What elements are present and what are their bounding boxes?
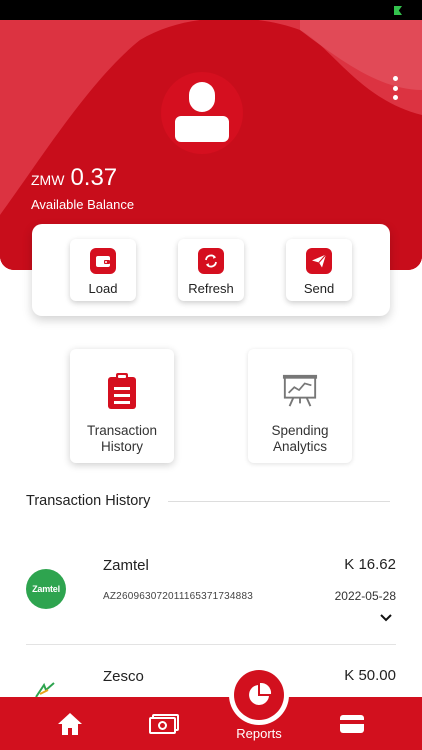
transaction-row[interactable]: Zesco K 50.00 [0, 650, 422, 697]
available-balance-label: Available Balance [31, 197, 135, 212]
refresh-icon [198, 248, 224, 274]
transaction-date: 2022-05-28 [334, 589, 396, 603]
card-icon [340, 714, 364, 733]
transaction-amount: K 16.62 [344, 556, 396, 573]
transaction-history-heading: Transaction History [26, 493, 151, 509]
more-options-icon[interactable] [388, 76, 402, 100]
transaction-history-tile[interactable]: Transaction History [70, 349, 174, 463]
transaction-name: Zesco [103, 668, 144, 685]
money-icon [149, 713, 179, 734]
row-divider [26, 644, 396, 645]
spending-analytics-tile[interactable]: Spending Analytics [248, 349, 352, 463]
nav-home[interactable] [44, 697, 96, 750]
nav-money[interactable] [138, 697, 190, 750]
chevron-down-icon[interactable] [380, 614, 392, 622]
presentation-chart-icon [282, 371, 318, 411]
bottom-navigation [0, 697, 422, 750]
transaction-name: Zamtel [103, 557, 149, 574]
quick-actions-card: Load Refresh Send [32, 224, 390, 316]
nav-cards[interactable] [326, 697, 378, 750]
status-bar [0, 0, 422, 20]
load-label: Load [88, 281, 118, 296]
reports-label[interactable]: Reports [220, 726, 298, 741]
reports-icon [249, 682, 272, 705]
clipboard-icon [104, 371, 140, 411]
section-divider [168, 501, 390, 502]
wallet-icon [90, 248, 116, 274]
balance-value: 0.37 [70, 164, 118, 191]
refresh-button[interactable]: Refresh [178, 239, 244, 301]
send-label: Send [303, 281, 335, 296]
load-button[interactable]: Load [70, 239, 136, 301]
battery-icon [394, 6, 402, 15]
currency-label: ZMW [31, 172, 65, 188]
spending-analytics-tile-label: Spending Analytics [271, 423, 329, 454]
send-icon [306, 248, 332, 274]
transaction-history-tile-label: Transaction History [86, 423, 158, 454]
balance-amount: ZMW 0.37 [31, 164, 117, 192]
send-button[interactable]: Send [286, 239, 352, 301]
avatar[interactable] [161, 72, 243, 154]
transaction-row[interactable]: Zamtel Zamtel K 16.62 AZ2609630720111653… [0, 540, 422, 640]
transaction-reference: AZ260963072011165371734883 [103, 591, 253, 602]
home-icon [58, 712, 82, 735]
transaction-amount: K 50.00 [344, 667, 396, 684]
refresh-label: Refresh [188, 281, 234, 296]
reports-button[interactable] [229, 665, 289, 725]
zamtel-logo: Zamtel [26, 569, 66, 609]
zesco-logo [35, 682, 55, 697]
